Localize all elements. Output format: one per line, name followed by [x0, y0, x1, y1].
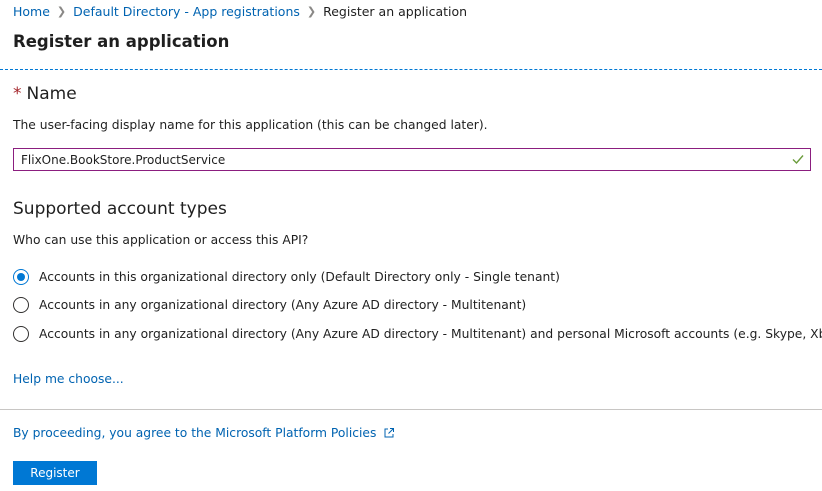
- required-marker: *: [13, 84, 22, 104]
- checkmark-icon: [792, 155, 804, 165]
- register-app-page: Home ❯ Default Directory - App registrat…: [0, 0, 822, 491]
- platform-policies-link[interactable]: By proceeding, you agree to the Microsof…: [13, 426, 395, 440]
- breadcrumb: Home ❯ Default Directory - App registrat…: [13, 4, 467, 19]
- name-heading-label: Name: [26, 84, 77, 104]
- chevron-right-icon: ❯: [56, 5, 67, 18]
- name-input[interactable]: [14, 149, 781, 171]
- register-button[interactable]: Register: [13, 461, 97, 485]
- radio-label: Accounts in this organizational director…: [39, 270, 560, 284]
- radio-button[interactable]: [13, 297, 29, 313]
- header-divider: [0, 69, 822, 70]
- radio-button[interactable]: [13, 326, 29, 342]
- policy-text[interactable]: By proceeding, you agree to the Microsof…: [13, 426, 376, 440]
- name-field-container: [13, 148, 811, 171]
- breadcrumb-current: Register an application: [323, 4, 468, 19]
- help-me-choose-link[interactable]: Help me choose...: [13, 372, 124, 386]
- breadcrumb-app-registrations[interactable]: Default Directory - App registrations: [73, 4, 300, 19]
- radio-label: Accounts in any organizational directory…: [39, 298, 527, 312]
- account-types-question: Who can use this application or access t…: [13, 233, 309, 247]
- radio-option-multitenant[interactable]: Accounts in any organizational directory…: [13, 297, 526, 313]
- name-description: The user-facing display name for this ap…: [13, 118, 488, 132]
- radio-option-single-tenant[interactable]: Accounts in this organizational director…: [13, 269, 560, 285]
- name-heading: * Name: [13, 84, 77, 104]
- radio-option-multitenant-personal[interactable]: Accounts in any organizational directory…: [13, 326, 822, 342]
- radio-button-selected[interactable]: [13, 269, 29, 285]
- radio-label: Accounts in any organizational directory…: [39, 327, 822, 341]
- page-title: Register an application: [13, 32, 230, 51]
- footer-divider: [0, 409, 822, 410]
- chevron-right-icon: ❯: [306, 5, 317, 18]
- account-types-heading: Supported account types: [13, 199, 227, 219]
- external-link-icon: [384, 428, 395, 438]
- breadcrumb-home[interactable]: Home: [13, 4, 50, 19]
